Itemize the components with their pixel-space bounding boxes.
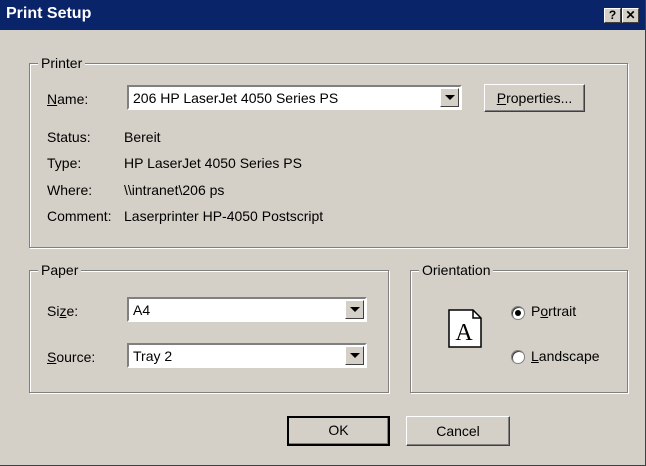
properties-button[interactable]: Properties... — [484, 84, 585, 112]
type-value: HP LaserJet 4050 Series PS — [124, 155, 302, 171]
window-title: Print Setup — [6, 5, 92, 22]
close-icon[interactable]: ✕ — [622, 8, 639, 23]
paper-size-select[interactable]: A4 — [127, 297, 367, 322]
chevron-down-icon[interactable] — [345, 300, 364, 319]
ok-button[interactable]: OK — [287, 416, 390, 446]
source-label: Source: — [47, 349, 96, 365]
paper-group-label: Paper — [38, 262, 82, 278]
name-label: Name: — [47, 91, 89, 107]
title-bar[interactable]: Print Setup ? ✕ — [0, 0, 645, 30]
print-setup-dialog: Print Setup ? ✕ Printer Name: 206 HP Las… — [0, 0, 646, 466]
status-value: Bereit — [124, 129, 161, 145]
comment-label: Comment: — [47, 208, 112, 224]
printer-name-select[interactable]: 206 HP LaserJet 4050 Series PS — [127, 85, 462, 110]
chevron-down-icon[interactable] — [345, 346, 364, 365]
orientation-group-label: Orientation — [419, 262, 494, 278]
portrait-page-icon: A — [448, 309, 482, 348]
where-value: \\intranet\206 ps — [124, 182, 225, 198]
paper-source-value: Tray 2 — [133, 348, 173, 364]
landscape-label[interactable]: Landscape — [531, 348, 600, 364]
paper-group: Paper — [29, 262, 389, 393]
paper-source-select[interactable]: Tray 2 — [127, 343, 367, 368]
portrait-label[interactable]: Portrait — [531, 303, 576, 319]
where-label: Where: — [47, 182, 93, 198]
comment-value: Laserprinter HP-4050 Postscript — [124, 208, 324, 224]
landscape-radio[interactable] — [511, 350, 525, 364]
size-label: Size: — [47, 303, 79, 319]
page-icon-letter: A — [455, 320, 473, 346]
type-label: Type: — [47, 155, 82, 171]
help-icon[interactable]: ? — [604, 8, 621, 23]
printer-name-value: 206 HP LaserJet 4050 Series PS — [133, 90, 339, 106]
printer-group-label: Printer — [38, 55, 86, 71]
portrait-radio[interactable] — [511, 306, 525, 320]
cancel-button[interactable]: Cancel — [406, 416, 510, 446]
status-label: Status: — [47, 129, 91, 145]
chevron-down-icon[interactable] — [440, 88, 459, 107]
paper-size-value: A4 — [133, 302, 151, 318]
